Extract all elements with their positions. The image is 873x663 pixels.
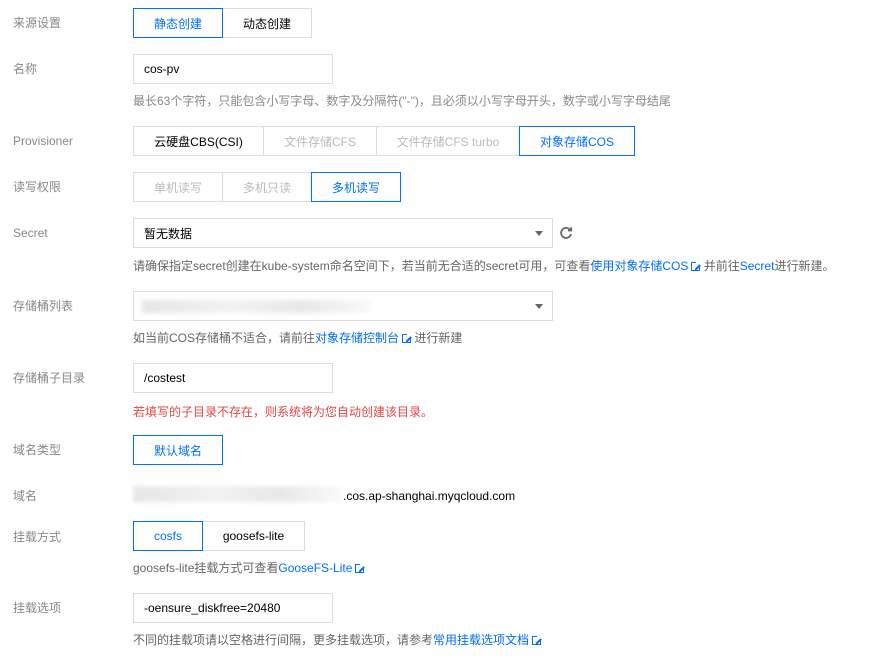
goosefs-lite-link[interactable]: GooseFS-Lite <box>278 561 352 575</box>
provisioner-selector: 云硬盘CBS(CSI) 文件存储CFS 文件存储CFS turbo 对象存储CO… <box>133 126 635 156</box>
mount-method-selector: cosfs goosefs-lite <box>133 521 305 551</box>
external-link-icon <box>691 261 702 271</box>
source-dynamic-option[interactable]: 动态创建 <box>222 8 312 38</box>
mount-method-label: 挂载方式 <box>13 530 62 544</box>
source-static-option[interactable]: 静态创建 <box>133 8 223 38</box>
provisioner-cbs-option[interactable]: 云硬盘CBS(CSI) <box>133 126 264 156</box>
mount-cosfs-option[interactable]: cosfs <box>133 521 203 551</box>
name-input[interactable] <box>133 54 333 84</box>
chevron-down-icon <box>535 231 543 236</box>
refresh-icon[interactable] <box>558 225 574 241</box>
rw-single-rw-option[interactable]: 单机读写 <box>133 172 223 202</box>
name-hint: 最长63个字符，只能包含小写字母、数字及分隔符("-")，且必须以小写字母开头，… <box>133 94 671 108</box>
mount-options-hint: 不同的挂载项请以空格进行间隔，更多挂载选项，请参考常用挂载选项文档 <box>133 633 543 647</box>
external-link-icon <box>532 635 543 645</box>
secret-label: Secret <box>13 226 48 240</box>
source-selector: 静态创建 动态创建 <box>133 8 312 38</box>
provisioner-label: Provisioner <box>13 134 74 148</box>
bucket-list-label: 存储桶列表 <box>13 299 74 313</box>
secret-hint: 请确保指定secret创建在kube-system命名空间下，若当前无合适的se… <box>133 259 835 273</box>
cos-console-link[interactable]: 对象存储控制台 <box>315 331 399 345</box>
rw-multi-rw-option[interactable]: 多机读写 <box>311 172 401 202</box>
rw-label: 读写权限 <box>13 180 62 194</box>
mount-method-hint: goosefs-lite挂载方式可查看GooseFS-Lite <box>133 561 366 575</box>
provisioner-cfs-turbo-option[interactable]: 文件存储CFS turbo <box>376 126 520 156</box>
provisioner-cfs-option[interactable]: 文件存储CFS <box>263 126 377 156</box>
bucket-subdir-warning: 若填写的子目录不存在，则系统将为您自动创建该目录。 <box>133 405 434 419</box>
redacted-domain-prefix <box>133 486 343 502</box>
redacted-bucket-name <box>142 300 372 313</box>
provisioner-cos-option[interactable]: 对象存储COS <box>519 126 635 156</box>
domain-label: 域名 <box>13 489 38 503</box>
bucket-subdir-label: 存储桶子目录 <box>13 371 86 385</box>
secret-select-value: 暂无数据 <box>144 226 193 241</box>
mount-options-label: 挂载选项 <box>13 601 62 615</box>
external-link-icon <box>355 563 366 573</box>
mount-goosefs-lite-option[interactable]: goosefs-lite <box>202 521 305 551</box>
secret-link[interactable]: Secret <box>740 259 775 273</box>
bucket-subdir-input[interactable] <box>133 363 333 393</box>
secret-select[interactable]: 暂无数据 <box>133 218 553 248</box>
cos-usage-link[interactable]: 使用对象存储COS <box>590 259 688 273</box>
rw-multi-ro-option[interactable]: 多机只读 <box>222 172 312 202</box>
name-label: 名称 <box>13 62 38 76</box>
mount-options-input[interactable] <box>133 593 333 623</box>
rw-selector: 单机读写 多机只读 多机读写 <box>133 172 401 202</box>
bucket-select[interactable] <box>133 291 553 321</box>
domain-suffix: .cos.ap-shanghai.myqcloud.com <box>343 489 516 503</box>
domain-type-label: 域名类型 <box>13 443 62 457</box>
source-label: 来源设置 <box>13 16 62 30</box>
default-domain-button[interactable]: 默认域名 <box>133 435 223 465</box>
mount-options-doc-link[interactable]: 常用挂载选项文档 <box>433 633 529 647</box>
bucket-hint: 如当前COS存储桶不适合，请前往对象存储控制台 进行新建 <box>133 331 463 345</box>
chevron-down-icon <box>535 304 543 309</box>
external-link-icon <box>402 333 413 343</box>
